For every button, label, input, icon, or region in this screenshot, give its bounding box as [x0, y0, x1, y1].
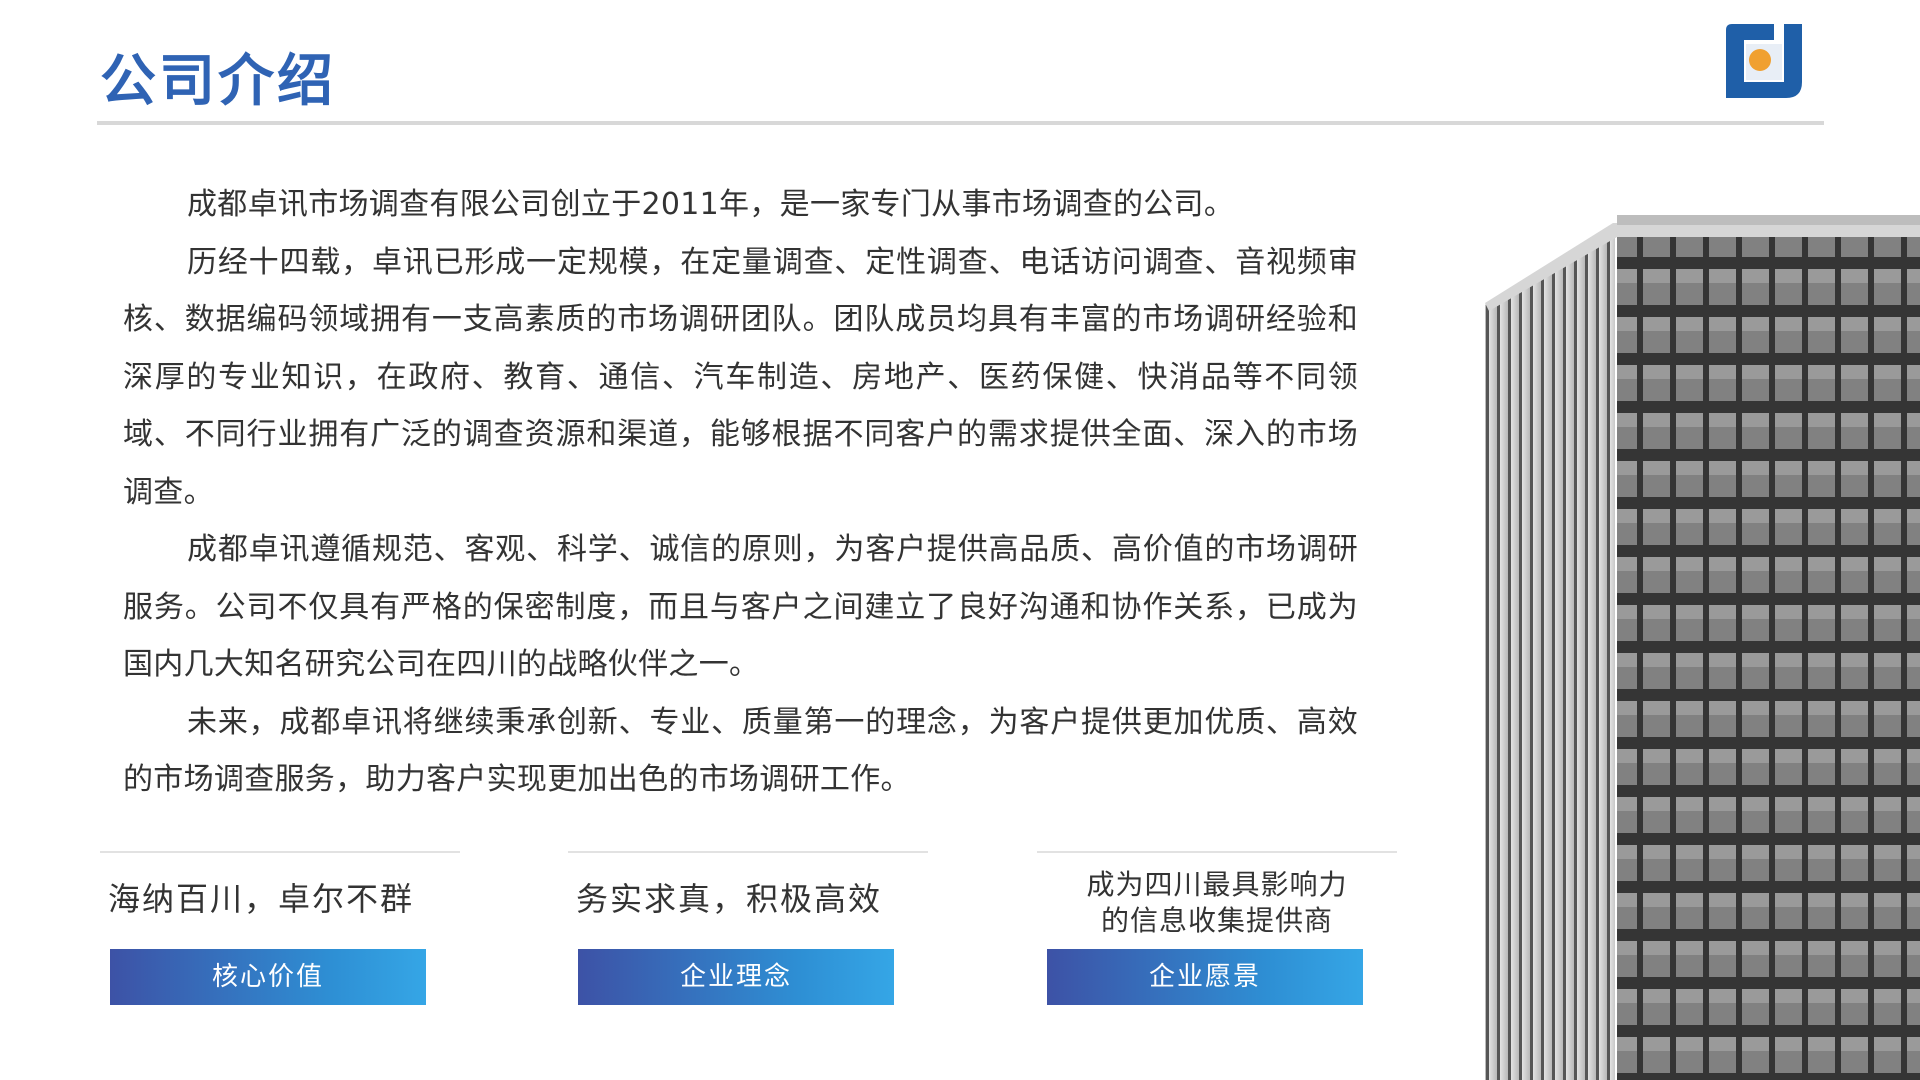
card-divider	[100, 851, 460, 853]
title-divider	[97, 121, 1824, 125]
value-card-vision: 成为四川最具影响力 的信息收集提供商 企业愿景	[1037, 851, 1397, 1011]
card-text-line-1: 成为四川最具影响力	[1086, 868, 1348, 901]
page-title: 公司介绍	[100, 49, 336, 114]
card-text: 海纳百川，卓尔不群	[108, 880, 415, 918]
slide: 公司介绍 成都卓讯市场调查有限公司创立于2011年，是一家专门从事市场调查的公司…	[0, 0, 1920, 1080]
vision-button[interactable]: 企业愿景	[1047, 949, 1363, 1005]
intro-paragraph-1: 成都卓讯市场调查有限公司创立于2011年，是一家专门从事市场调查的公司。	[187, 187, 1235, 222]
intro-paragraph-2: 历经十四载，卓讯已形成一定规模，在定量调查、定性调查、电话访问调查、音视频审核、…	[123, 244, 1358, 510]
intro-paragraph-3: 成都卓讯遵循规范、客观、科学、诚信的原则，为客户提供高品质、高价值的市场调研服务…	[123, 532, 1358, 682]
card-divider	[568, 851, 928, 853]
intro-paragraph-4: 未来，成都卓讯将继续秉承创新、专业、质量第一的理念，为客户提供更加优质、高效的市…	[123, 704, 1358, 798]
company-logo	[1724, 22, 1804, 100]
core-value-button[interactable]: 核心价值	[110, 949, 426, 1005]
card-text: 务实求真，积极高效	[576, 880, 883, 918]
value-card-philosophy: 务实求真，积极高效 企业理念	[568, 851, 928, 1011]
card-text: 成为四川最具影响力 的信息收集提供商	[1037, 867, 1397, 939]
philosophy-button[interactable]: 企业理念	[578, 949, 894, 1005]
value-card-core: 海纳百川，卓尔不群 核心价值	[100, 851, 460, 1011]
office-building-image	[1485, 215, 1920, 1080]
card-divider	[1037, 851, 1397, 853]
card-text-line-2: 的信息收集提供商	[1100, 904, 1333, 937]
intro-text: 成都卓讯市场调查有限公司创立于2011年，是一家专门从事市场调查的公司。 历经十…	[123, 176, 1358, 809]
